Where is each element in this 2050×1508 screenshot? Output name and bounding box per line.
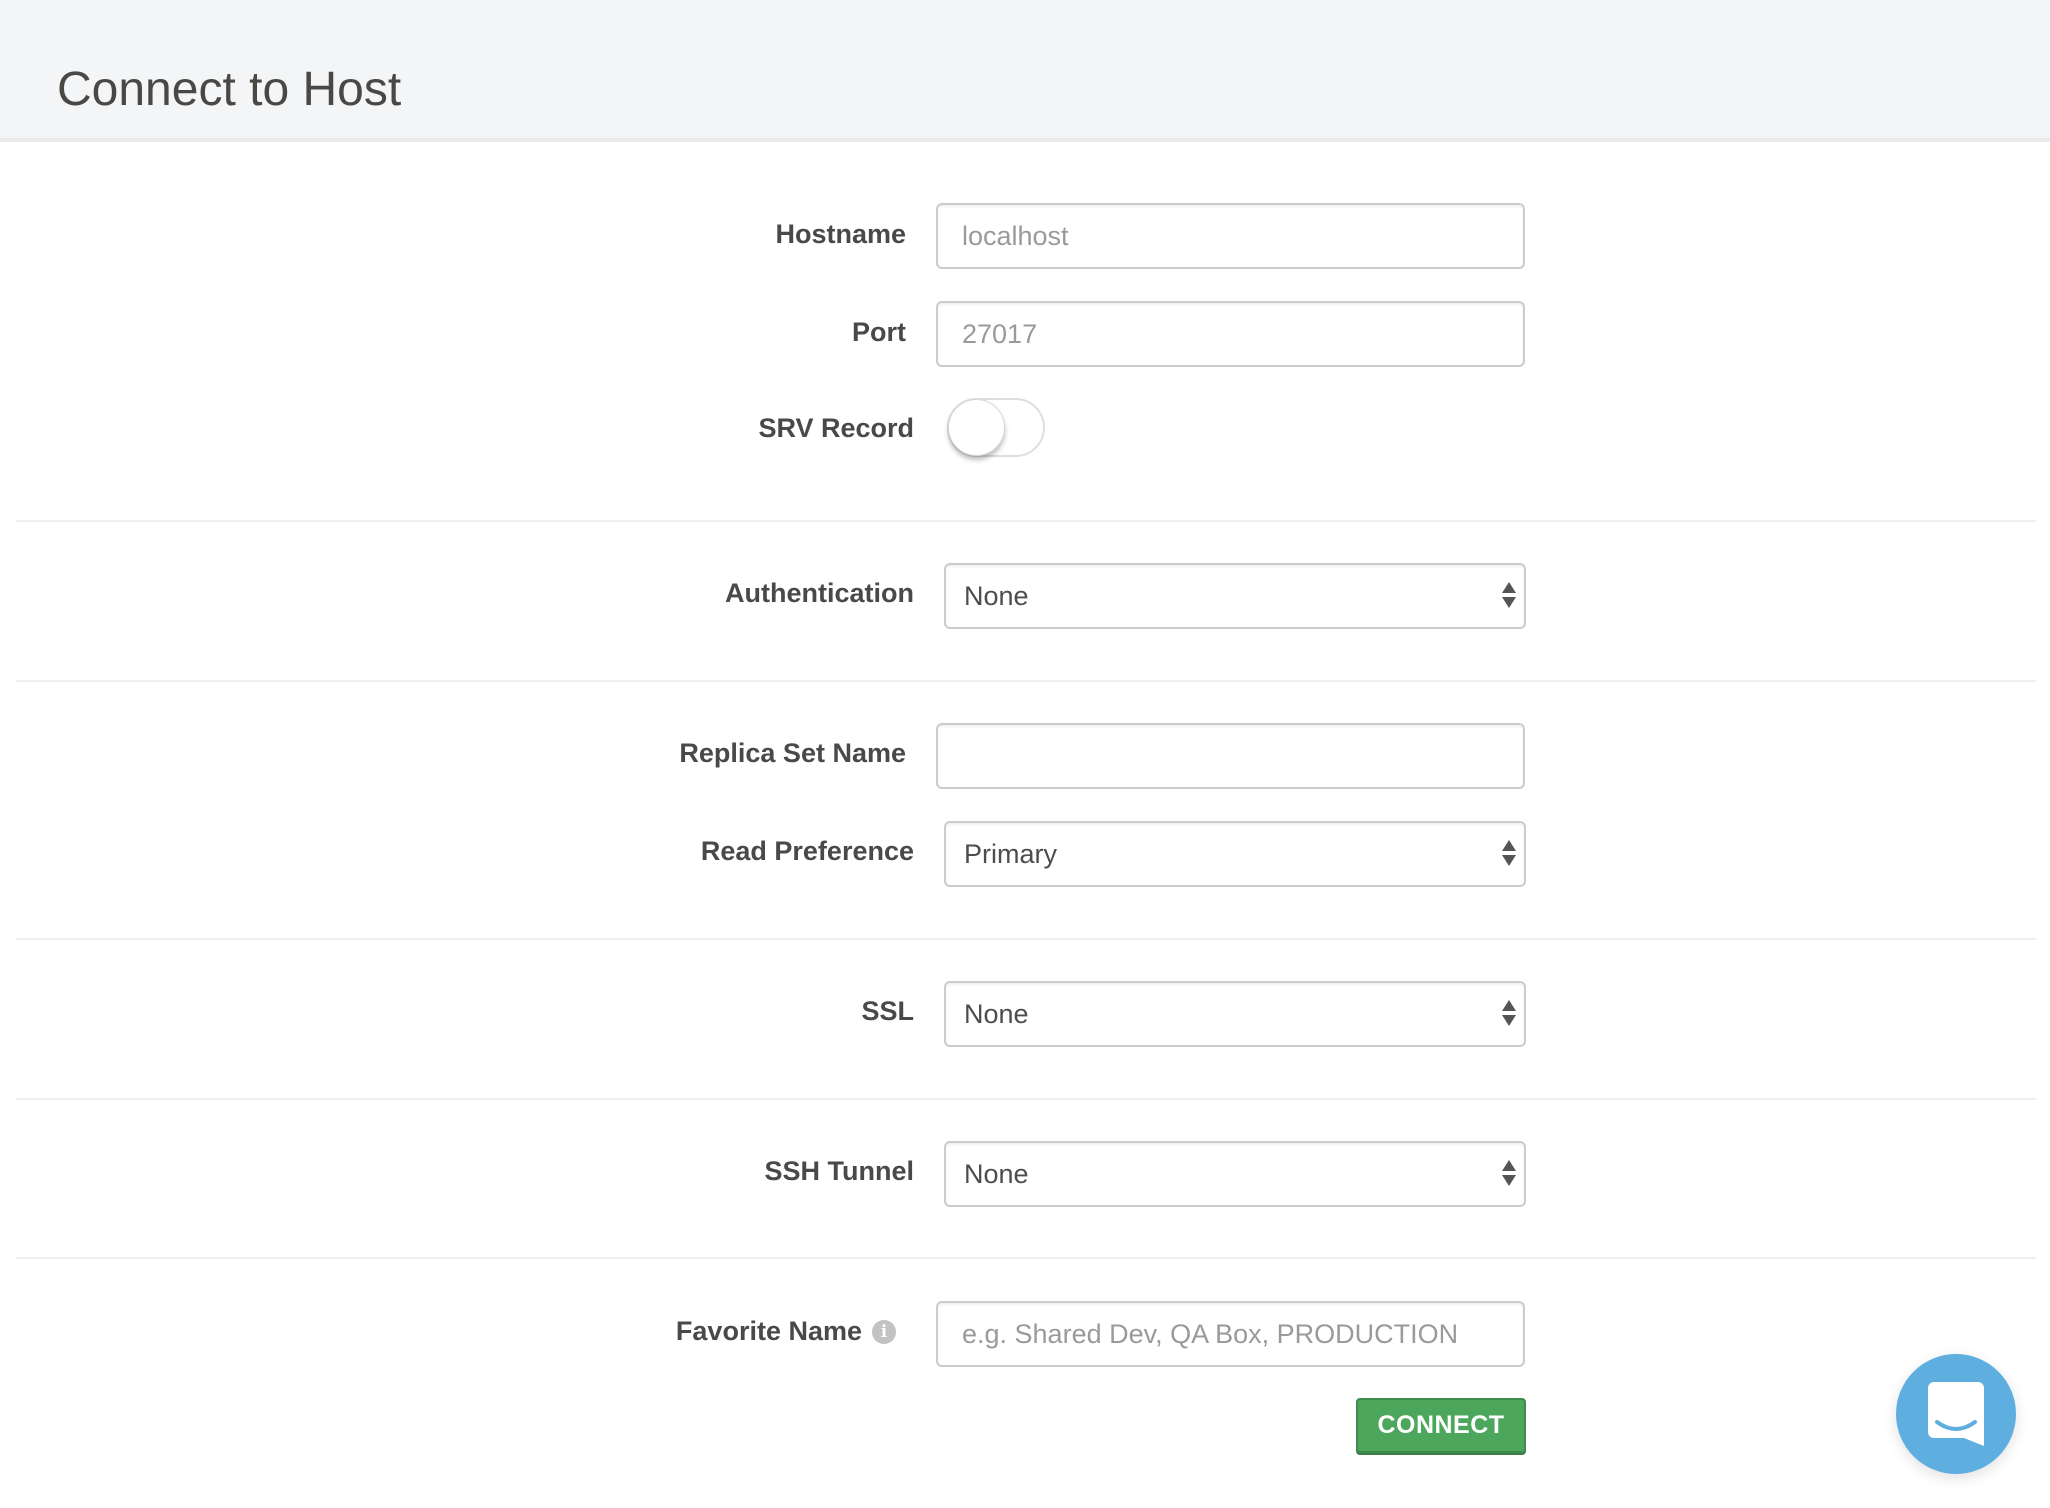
ssh-tunnel-value: None xyxy=(964,1159,1029,1189)
read-preference-label: Read Preference xyxy=(700,836,914,866)
chat-bubble-icon xyxy=(1928,1382,1984,1446)
select-arrows-icon xyxy=(1502,582,1516,610)
section-divider xyxy=(16,1098,2036,1100)
port-input[interactable] xyxy=(936,301,1525,367)
select-arrows-icon xyxy=(1502,1000,1516,1028)
section-divider xyxy=(16,938,2036,940)
ssh-tunnel-label: SSH Tunnel xyxy=(764,1156,914,1186)
hostname-input[interactable] xyxy=(936,203,1525,269)
select-arrows-icon xyxy=(1502,840,1516,868)
favorite-name-label: Favorite Name xyxy=(675,1316,862,1346)
page-header: Connect to Host xyxy=(0,0,2050,142)
ssl-value: None xyxy=(964,999,1029,1029)
authentication-label: Authentication xyxy=(725,578,914,608)
select-arrows-icon xyxy=(1502,1160,1516,1188)
page-title: Connect to Host xyxy=(57,63,402,116)
toggle-knob xyxy=(948,399,1005,456)
authentication-value: None xyxy=(964,581,1029,611)
port-label: Port xyxy=(852,317,906,347)
ssl-label: SSL xyxy=(861,996,914,1026)
srv-record-label: SRV Record xyxy=(758,413,914,443)
info-icon[interactable]: i xyxy=(872,1320,896,1344)
favorite-name-input[interactable] xyxy=(936,1301,1525,1367)
connect-button[interactable]: CONNECT xyxy=(1356,1398,1526,1453)
authentication-select[interactable]: None xyxy=(944,563,1526,629)
read-preference-select[interactable]: Primary xyxy=(944,821,1526,887)
ssl-select[interactable]: None xyxy=(944,981,1526,1047)
hostname-label: Hostname xyxy=(775,219,906,249)
chat-widget-button[interactable] xyxy=(1896,1354,2016,1474)
srv-record-toggle[interactable] xyxy=(947,398,1045,457)
section-divider xyxy=(16,1257,2036,1259)
section-divider xyxy=(16,520,2036,522)
replica-set-name-input[interactable] xyxy=(936,723,1525,789)
read-preference-value: Primary xyxy=(964,839,1057,869)
ssh-tunnel-select[interactable]: None xyxy=(944,1141,1526,1207)
section-divider xyxy=(16,680,2036,682)
replica-set-name-label: Replica Set Name xyxy=(679,738,906,768)
